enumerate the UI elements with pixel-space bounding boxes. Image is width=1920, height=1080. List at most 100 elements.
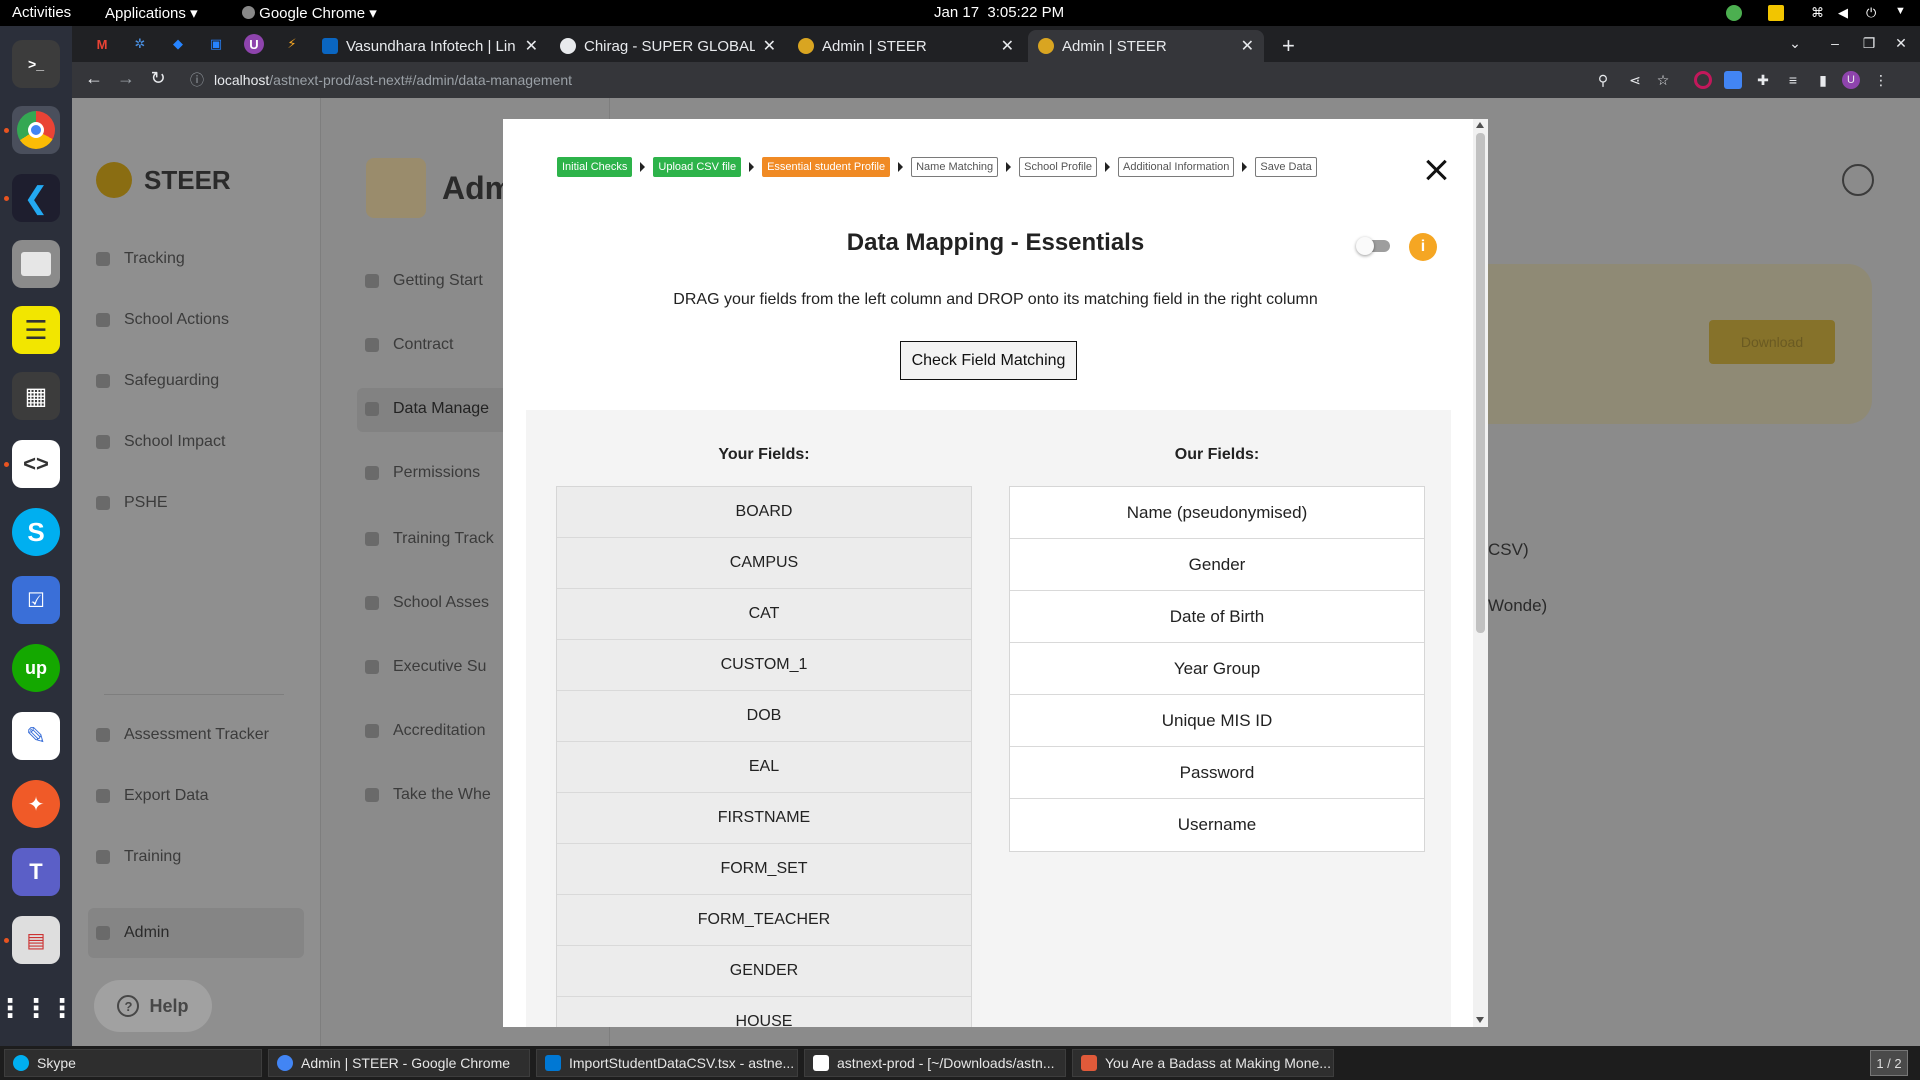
browser-tab-active[interactable]: Admin | STEER ✕: [1028, 30, 1264, 62]
subnav-item-permissions[interactable]: Permissions: [365, 464, 480, 482]
scrollbar-thumb[interactable]: [1476, 133, 1485, 633]
pinned-tab-icon[interactable]: ▣: [206, 34, 226, 54]
close-window-icon[interactable]: ✕: [1892, 34, 1910, 52]
files-icon[interactable]: [12, 240, 60, 288]
status-check-icon[interactable]: [1726, 5, 1742, 21]
extensions-puzzle-icon[interactable]: ✚: [1754, 71, 1772, 89]
taskbar-item-skype[interactable]: Skype: [4, 1049, 262, 1077]
app-menu[interactable]: Google Chrome ▾: [242, 4, 377, 22]
sidebar-item-admin[interactable]: Admin: [96, 920, 169, 946]
reload-icon[interactable]: ↻: [146, 68, 170, 89]
close-icon[interactable]: ✕: [525, 36, 538, 56]
jira-tab-icon[interactable]: ◆: [168, 34, 188, 54]
pinned-tab-icon[interactable]: ⚡: [282, 34, 302, 54]
media-icon[interactable]: ≡: [1784, 71, 1802, 89]
power-icon[interactable]: ⏻: [1866, 5, 1882, 21]
text-editor-icon[interactable]: ✎: [12, 712, 60, 760]
clock[interactable]: Jan 17 3:05:22 PM: [934, 4, 1064, 21]
subnav-item-school-assessment[interactable]: School Asses: [365, 594, 489, 612]
chevron-down-icon[interactable]: ▼: [1895, 5, 1911, 21]
close-icon[interactable]: ✕: [1001, 36, 1014, 56]
browser-tab[interactable]: Vasundhara Infotech | Lin ✕: [312, 30, 548, 62]
minimize-icon[interactable]: –: [1826, 34, 1844, 52]
terminal-icon[interactable]: >_: [12, 40, 60, 88]
sidebar-item-school-actions[interactable]: School Actions: [96, 307, 229, 333]
sidebar-item-school-impact[interactable]: School Impact: [96, 429, 225, 455]
tasks-icon[interactable]: ☑: [12, 576, 60, 624]
subnav-item-contract[interactable]: Contract: [365, 336, 453, 354]
drop-target-field[interactable]: Username: [1010, 799, 1424, 851]
new-tab-button[interactable]: +: [1272, 30, 1308, 62]
toggle-switch[interactable]: [1356, 237, 1390, 255]
drop-target-field[interactable]: Name (pseudonymised): [1010, 487, 1424, 539]
scroll-down-icon[interactable]: [1476, 1017, 1484, 1023]
step-name-matching[interactable]: Name Matching: [911, 157, 999, 177]
step-save-data[interactable]: Save Data: [1255, 157, 1317, 177]
activities-button[interactable]: Activities: [12, 4, 71, 21]
info-icon[interactable]: i: [1409, 233, 1437, 261]
drop-target-field[interactable]: Password: [1010, 747, 1424, 799]
subnav-item-training-tracker[interactable]: Training Track: [365, 530, 494, 548]
workspace-switcher[interactable]: 1 / 2: [1870, 1050, 1908, 1076]
postman-icon[interactable]: ✦: [12, 780, 60, 828]
draggable-field[interactable]: GENDER: [557, 946, 971, 997]
drop-target-field[interactable]: Date of Birth: [1010, 591, 1424, 643]
step-school-profile[interactable]: School Profile: [1019, 157, 1098, 177]
more-menu-icon[interactable]: ⋮: [1872, 71, 1890, 89]
draggable-field[interactable]: BOARD: [557, 487, 971, 538]
pinned-tab-icon[interactable]: ✲: [130, 34, 150, 54]
draggable-field[interactable]: EAL: [557, 742, 971, 793]
step-additional-info[interactable]: Additional Information: [1118, 157, 1235, 177]
notes-icon[interactable]: [1768, 5, 1784, 21]
maximize-icon[interactable]: ❐: [1860, 34, 1878, 52]
document-viewer-icon[interactable]: ▤: [12, 916, 60, 964]
draggable-field[interactable]: FORM_SET: [557, 844, 971, 895]
draggable-field[interactable]: DOB: [557, 691, 971, 742]
taskbar-item-vscode[interactable]: ImportStudentDataCSV.tsx - astne...: [536, 1049, 798, 1077]
draggable-field[interactable]: FIRSTNAME: [557, 793, 971, 844]
extension-icon[interactable]: [1694, 71, 1712, 89]
chrome-icon[interactable]: [12, 106, 60, 154]
tab-search-icon[interactable]: ⌄: [1786, 34, 1804, 52]
teams-icon[interactable]: T: [12, 848, 60, 896]
sidebar-item-export-data[interactable]: Export Data: [96, 783, 208, 809]
modal-scrollbar[interactable]: [1473, 119, 1488, 1027]
draggable-field[interactable]: CUSTOM_1: [557, 640, 971, 691]
back-icon[interactable]: ←: [82, 68, 106, 89]
taskbar-item-code-editor[interactable]: astnext-prod - [~/Downloads/astn...: [804, 1049, 1066, 1077]
notes-icon[interactable]: ☰: [12, 306, 60, 354]
step-upload-csv[interactable]: Upload CSV file: [653, 157, 742, 177]
close-icon[interactable]: [1424, 157, 1448, 181]
close-icon[interactable]: ✕: [1241, 36, 1254, 56]
zoom-icon[interactable]: ⚲: [1594, 71, 1612, 89]
subnav-item-executive-summary[interactable]: Executive Su: [365, 658, 486, 676]
pinned-tab-icon[interactable]: U: [244, 34, 264, 54]
drop-target-field[interactable]: Gender: [1010, 539, 1424, 591]
sidebar-item-safeguarding[interactable]: Safeguarding: [96, 368, 219, 394]
gmail-tab-icon[interactable]: M: [92, 34, 112, 54]
drop-target-field[interactable]: Year Group: [1010, 643, 1424, 695]
drop-target-field[interactable]: Unique MIS ID: [1010, 695, 1424, 747]
network-icon[interactable]: ⌘: [1811, 5, 1827, 21]
code-editor-icon[interactable]: <>: [12, 440, 60, 488]
skype-icon[interactable]: S: [12, 508, 60, 556]
draggable-field[interactable]: CAMPUS: [557, 538, 971, 589]
draggable-field[interactable]: HOUSE: [557, 997, 971, 1027]
subnav-item-take-the-wheel[interactable]: Take the Whe: [365, 786, 491, 804]
close-icon[interactable]: ✕: [763, 36, 776, 56]
subnav-item-getting-started[interactable]: Getting Start: [365, 272, 483, 290]
browser-tab[interactable]: Chirag - SUPER GLOBAL A ✕: [550, 30, 786, 62]
address-bar[interactable]: ⓘ localhost/astnext-prod/ast-next#/admin…: [176, 66, 1676, 94]
site-info-icon[interactable]: ⓘ: [190, 70, 204, 90]
help-button[interactable]: ? Help: [94, 980, 212, 1032]
side-panel-icon[interactable]: ▮: [1814, 71, 1832, 89]
step-essential-profile[interactable]: Essential student Profile: [762, 157, 891, 177]
sidebar-item-pshe[interactable]: PSHE: [96, 490, 168, 516]
profile-avatar[interactable]: U: [1842, 71, 1860, 89]
share-icon[interactable]: ⋖: [1626, 71, 1644, 89]
sidebar-item-tracking[interactable]: Tracking: [96, 246, 185, 272]
download-button[interactable]: Download: [1709, 320, 1835, 364]
bookmark-star-icon[interactable]: ☆: [1654, 71, 1672, 89]
calculator-icon[interactable]: ▦: [12, 372, 60, 420]
show-apps-icon[interactable]: ⋮⋮⋮: [0, 984, 75, 1032]
